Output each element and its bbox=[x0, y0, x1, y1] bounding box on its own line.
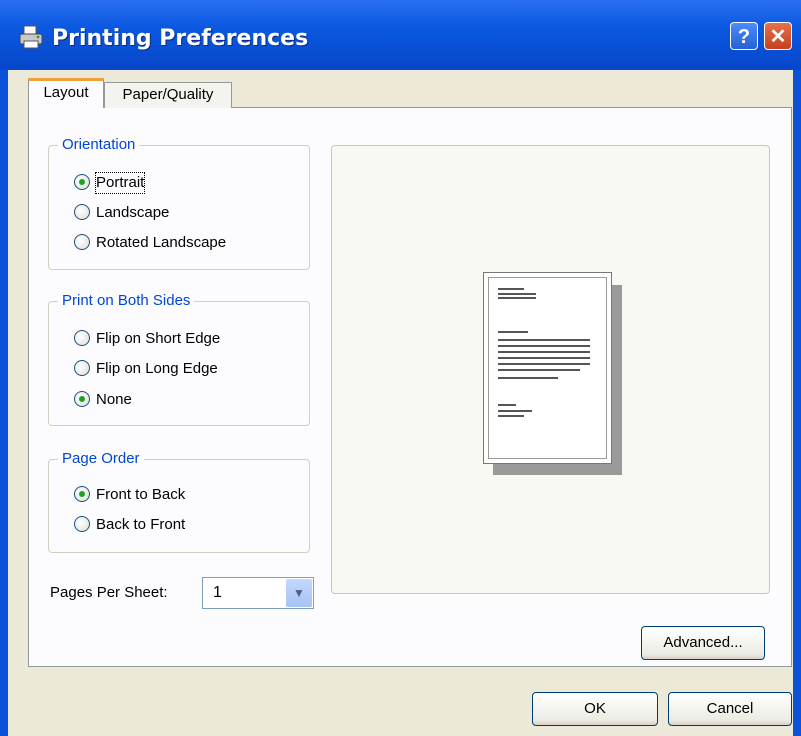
page-text-line bbox=[498, 339, 590, 341]
radio-label: Back to Front bbox=[96, 516, 186, 533]
radio-label: Flip on Short Edge bbox=[96, 330, 221, 347]
radio-button[interactable] bbox=[74, 330, 90, 346]
page-text-line bbox=[498, 351, 590, 353]
printer-icon bbox=[18, 24, 44, 55]
radio-selected-dot bbox=[79, 179, 85, 185]
radio-label: Landscape bbox=[96, 204, 170, 221]
radio-label: Portrait bbox=[94, 172, 146, 194]
page-text-line bbox=[498, 288, 524, 290]
ok-button[interactable]: OK bbox=[532, 692, 658, 726]
radio-label: None bbox=[96, 391, 132, 408]
orientation-legend: Orientation bbox=[58, 136, 140, 154]
page-text-line bbox=[498, 404, 516, 406]
chevron-down-icon[interactable]: ▼ bbox=[286, 579, 312, 607]
window-title: Printing Preferences bbox=[52, 26, 309, 51]
help-button[interactable]: ? bbox=[730, 22, 758, 50]
close-button[interactable]: ✕ bbox=[764, 22, 792, 50]
page-text-line bbox=[498, 415, 524, 417]
page-preview-border bbox=[488, 277, 607, 459]
radio-selected-dot bbox=[79, 491, 85, 497]
page-text-line bbox=[498, 357, 590, 359]
pages-per-sheet-label: Pages Per Sheet: bbox=[50, 584, 168, 601]
page-order-legend: Page Order bbox=[58, 450, 144, 468]
advanced-button[interactable]: Advanced... bbox=[641, 626, 765, 660]
window-frame-left bbox=[0, 70, 8, 736]
radio-button[interactable] bbox=[74, 174, 90, 190]
tab-layout[interactable]: Layout bbox=[28, 78, 104, 108]
page-text-line bbox=[498, 331, 528, 333]
radio-button[interactable] bbox=[74, 391, 90, 407]
page-text-line bbox=[498, 369, 580, 371]
radio-button[interactable] bbox=[74, 204, 90, 220]
radio-selected-dot bbox=[79, 396, 85, 402]
radio-label: Front to Back bbox=[96, 486, 186, 503]
page-text-line bbox=[498, 297, 536, 299]
page-text-line bbox=[498, 345, 590, 347]
page-text-line bbox=[498, 377, 558, 379]
print-both-sides-legend: Print on Both Sides bbox=[58, 292, 195, 310]
radio-button[interactable] bbox=[74, 360, 90, 376]
tab-paper-quality[interactable]: Paper/Quality bbox=[104, 82, 232, 108]
pages-per-sheet-select[interactable]: 1 ▼ bbox=[202, 577, 314, 609]
page-text-line bbox=[498, 410, 532, 412]
radio-button[interactable] bbox=[74, 486, 90, 502]
page-text-line bbox=[498, 363, 590, 365]
radio-label: Rotated Landscape bbox=[96, 234, 227, 251]
pages-per-sheet-value: 1 bbox=[213, 584, 222, 601]
title-bar[interactable]: Printing Preferences ? ✕ bbox=[0, 0, 801, 70]
page-text-line bbox=[498, 293, 536, 295]
page-order-group bbox=[48, 459, 310, 553]
printing-preferences-dialog: Printing Preferences ? ✕ Layout Paper/Qu… bbox=[0, 0, 801, 736]
radio-button[interactable] bbox=[74, 234, 90, 250]
radio-label: Flip on Long Edge bbox=[96, 360, 218, 377]
cancel-button[interactable]: Cancel bbox=[668, 692, 792, 726]
window-frame-right bbox=[793, 70, 801, 736]
radio-button[interactable] bbox=[74, 516, 90, 532]
page-preview-icon bbox=[483, 272, 612, 464]
